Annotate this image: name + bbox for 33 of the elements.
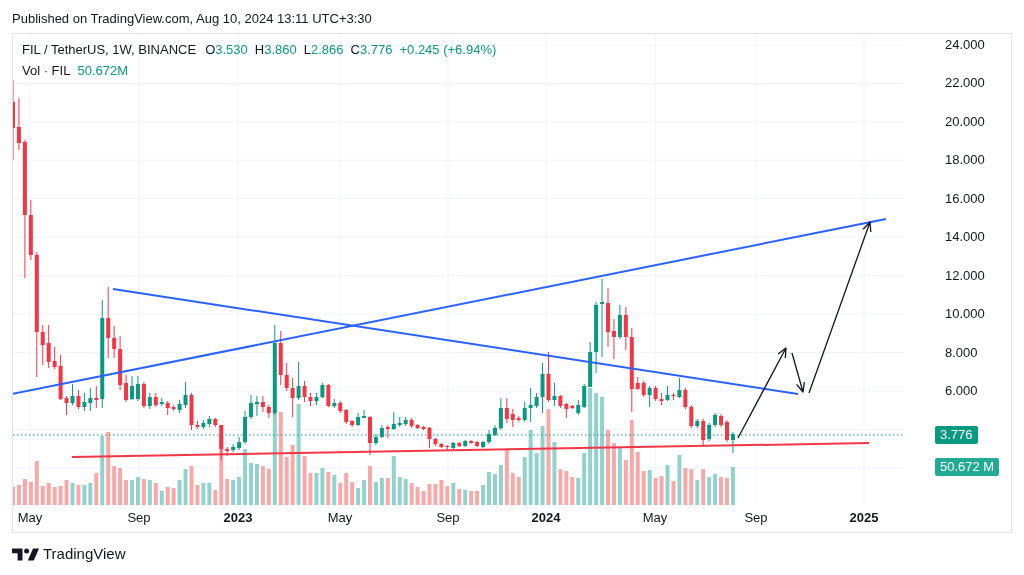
time-axis-label: May bbox=[327, 510, 353, 526]
time-axis-label: Sep bbox=[436, 510, 460, 526]
ohlc-value: H3.860 bbox=[254, 41, 297, 59]
ohlc-value: L2.866 bbox=[303, 41, 344, 59]
price-axis-label: 12.000 bbox=[945, 267, 985, 284]
price-axis-label: 24.000 bbox=[945, 37, 985, 53]
price-axis-label: 10.000 bbox=[945, 306, 985, 323]
volume-value: 50.672M bbox=[77, 62, 128, 80]
time-axis-label: Sep bbox=[744, 510, 768, 526]
price-axis-label: 14.000 bbox=[945, 229, 985, 246]
arrow bbox=[791, 352, 806, 393]
price-axis-label: 18.000 bbox=[945, 152, 985, 169]
ohlc-value: O3.530 bbox=[205, 41, 248, 59]
brand-name: TradingView bbox=[43, 545, 126, 563]
time-axis-label: Sep bbox=[127, 510, 151, 526]
price-axis-label: 22.000 bbox=[945, 75, 985, 92]
volume-label: Vol · FIL bbox=[22, 62, 71, 80]
price-axis-label: 20.000 bbox=[945, 113, 985, 130]
price-axis-label: 16.000 bbox=[945, 190, 985, 207]
time-axis-label: May bbox=[642, 510, 668, 526]
time-axis-label: 2024 bbox=[531, 510, 561, 526]
publish-info: Published on TradingView.com, Aug 10, 2024 13:11 UTC+3:30 bbox=[12, 11, 372, 26]
time-axis-label: May bbox=[17, 510, 43, 526]
price-axis-label: 8.000 bbox=[945, 344, 978, 361]
price-change: +0.245 (+6.94%) bbox=[399, 41, 497, 59]
last-volume-label: 50.672 M bbox=[935, 457, 1000, 476]
last-price-label: 3.776 bbox=[935, 425, 978, 444]
symbol-title: FIL / TetherUS, 1W, BINANCE bbox=[22, 41, 197, 59]
ohlc-value: C3.776 bbox=[350, 41, 393, 59]
price-axis-label: 6.000 bbox=[945, 382, 978, 399]
time-axis-label: 2025 bbox=[849, 510, 879, 526]
logo-icon bbox=[12, 547, 39, 561]
time-axis-label: 2023 bbox=[223, 510, 253, 526]
